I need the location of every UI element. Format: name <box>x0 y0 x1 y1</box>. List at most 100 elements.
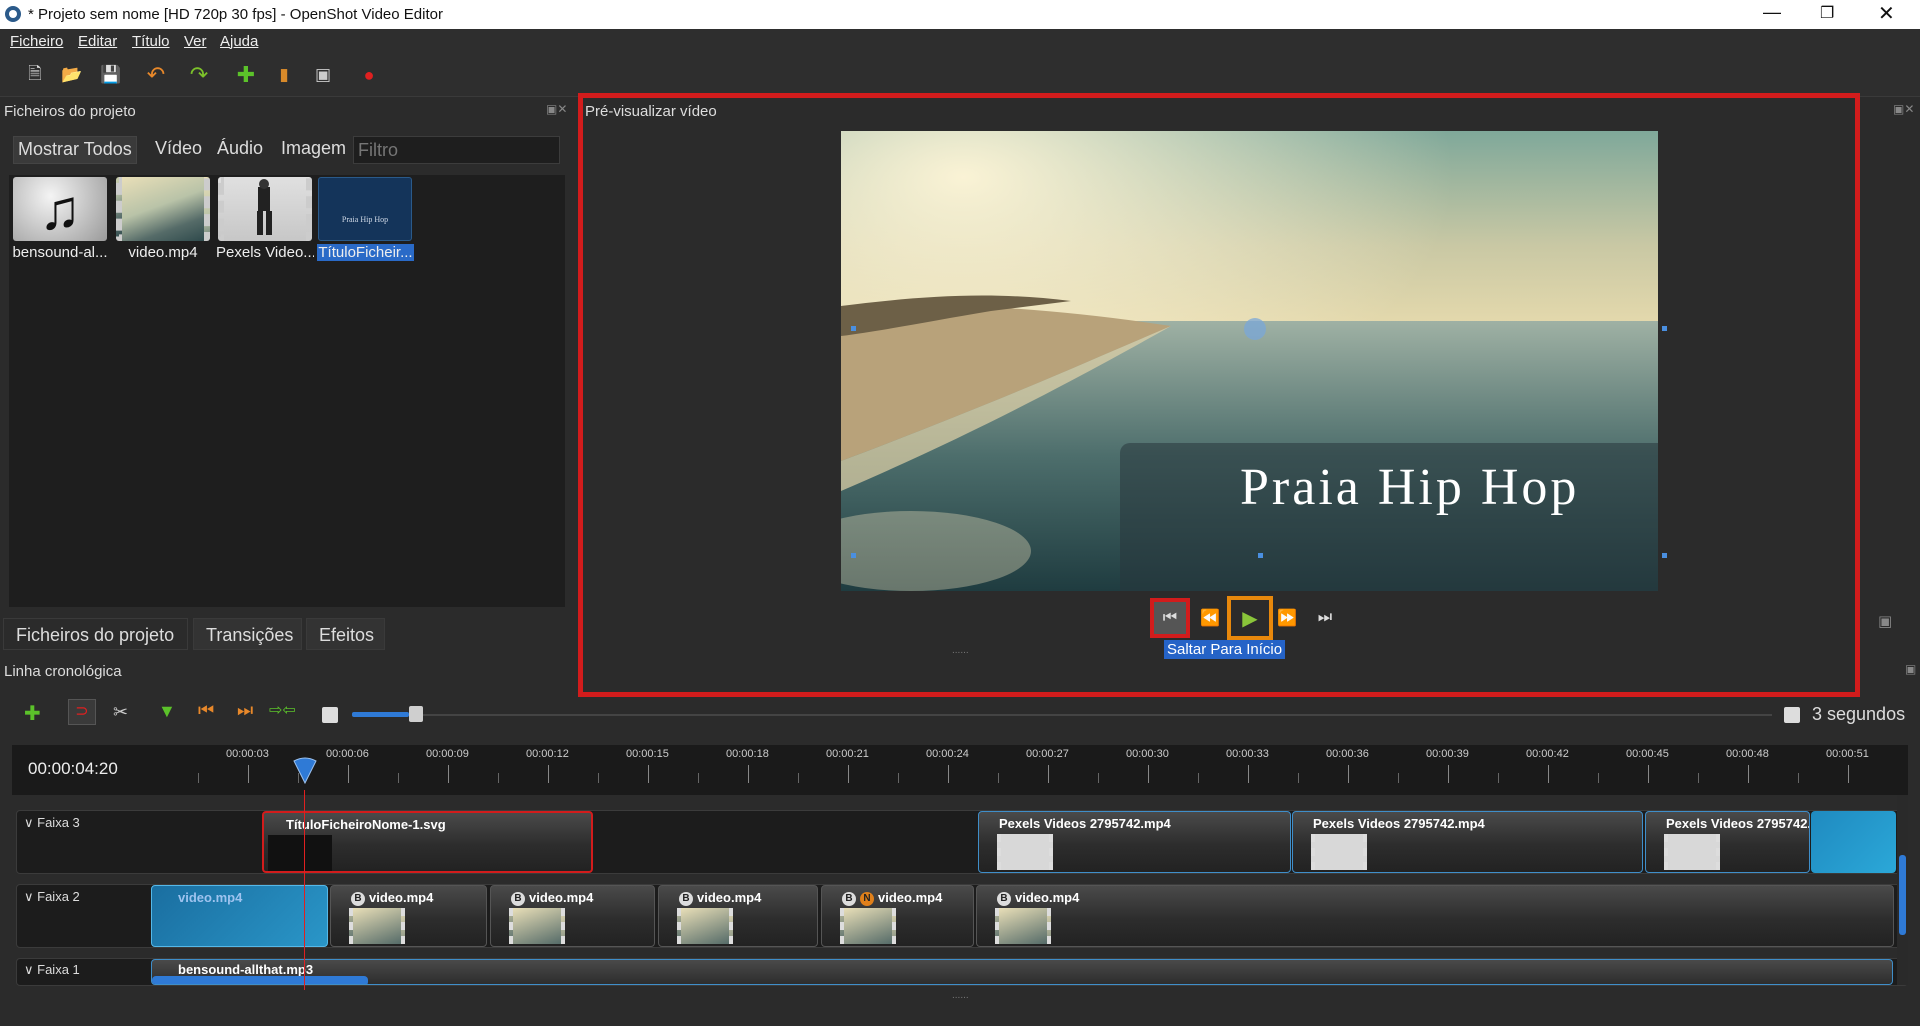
menu-ficheiro[interactable]: Ficheiro <box>10 33 63 50</box>
file-item-video[interactable]: video.mp4 <box>114 177 212 267</box>
profile-icon[interactable]: ▮ <box>273 64 295 86</box>
minimize-icon[interactable]: — <box>1763 2 1781 23</box>
filter-image-button[interactable]: Imagem <box>277 136 350 164</box>
timeline-clip-pexels[interactable]: Pexels Videos 2795742.mp4 <box>978 811 1291 873</box>
clip-thumbnail <box>1311 834 1367 870</box>
timeline-scrollbar-thumb[interactable] <box>1899 855 1906 935</box>
ruler-tick-label: 00:00:24 <box>926 748 969 760</box>
clip-thumbnail <box>349 908 405 944</box>
main-toolbar: 🗎 📂 💾 ↶ ↷ ✚ ▮ ▣ ● <box>0 54 1920 97</box>
splitter-handle[interactable]: ...... <box>952 645 969 656</box>
redo-icon[interactable]: ↷ <box>188 62 210 87</box>
filter-input[interactable] <box>353 136 560 164</box>
rewind-button[interactable]: ⏪ <box>1190 598 1230 638</box>
ruler-tick-mark <box>1848 765 1849 783</box>
playhead-marker[interactable] <box>290 757 320 787</box>
transition-clip[interactable] <box>1811 811 1896 873</box>
ruler-tick-mark <box>1548 765 1549 783</box>
ruler-tick-label: 00:00:51 <box>1826 748 1869 760</box>
file-name: Pexels Video... <box>216 244 314 261</box>
ruler-tick-label: 00:00:27 <box>1026 748 1069 760</box>
clip-name: Bvideo.mp4 <box>997 890 1079 906</box>
open-project-icon[interactable]: 📂 <box>61 64 83 86</box>
file-item-title-selected[interactable]: Praia Hip Hop TítuloFicheir... <box>316 177 414 267</box>
ruler-minor-tick <box>698 773 699 783</box>
previous-marker-icon[interactable]: ⏮ <box>198 700 214 721</box>
timeline-clip-video[interactable]: Bvideo.mp4 <box>330 885 487 947</box>
add-track-icon[interactable]: ✚ <box>24 701 41 726</box>
timeline-clip-pexels[interactable]: Pexels Videos 2795742.mp4 <box>1292 811 1643 873</box>
transform-handle[interactable] <box>1662 326 1667 331</box>
ruler-tick-mark <box>748 765 749 783</box>
timeline-clip-video[interactable]: B Nvideo.mp4 <box>821 885 974 947</box>
menu-editar[interactable]: Editar <box>78 33 117 50</box>
dock-float-icon[interactable]: ▣✕ <box>1893 102 1914 116</box>
splitter-handle[interactable]: ...... <box>952 990 969 1001</box>
tab-effects[interactable]: Efeitos <box>306 618 385 650</box>
save-project-icon[interactable]: 💾 <box>100 64 122 86</box>
file-item-audio[interactable]: ♫ bensound-al... <box>11 177 109 267</box>
zoom-out-icon[interactable] <box>322 707 338 723</box>
track-name: ∨ Faixa 1 <box>24 962 80 977</box>
jump-to-end-button[interactable]: ⏭ <box>1305 598 1345 638</box>
timeline-clip-video[interactable]: Bvideo.mp4 <box>490 885 655 947</box>
menu-ajuda[interactable]: Ajuda <box>220 33 258 50</box>
timeline-clip-video[interactable]: Bvideo.mp4 <box>976 885 1894 947</box>
ruler-tick-label: 00:00:33 <box>1226 748 1269 760</box>
restore-icon[interactable]: ❐ <box>1820 3 1834 23</box>
project-files-title: Ficheiros do projeto <box>4 103 136 120</box>
ruler-minor-tick <box>1698 773 1699 783</box>
ruler-minor-tick <box>398 773 399 783</box>
clip-name: Pexels Videos 2795742.mp4 <box>1666 816 1810 831</box>
zoom-in-icon[interactable] <box>1784 707 1800 723</box>
export-video-icon[interactable]: ● <box>358 64 380 86</box>
ruler-minor-tick <box>798 773 799 783</box>
transform-handle[interactable] <box>851 553 856 558</box>
fast-forward-button[interactable]: ⏩ <box>1267 598 1307 638</box>
timeline-clip-pexels[interactable]: Pexels Videos 2795742.mp4 <box>1645 811 1810 873</box>
ruler-minor-tick <box>1198 773 1199 783</box>
dock-float-icon[interactable]: ▣ <box>1905 662 1916 676</box>
snapping-icon[interactable]: ⊃ <box>68 699 96 725</box>
fullscreen-icon[interactable]: ▣ <box>312 64 334 86</box>
new-project-icon[interactable]: 🗎 <box>24 64 46 86</box>
clip-name: Bvideo.mp4 <box>511 890 593 906</box>
video-thumbnail <box>218 177 312 241</box>
timeline-clip-video[interactable]: Bvideo.mp4 <box>658 885 818 947</box>
tab-project-files[interactable]: Ficheiros do projeto <box>3 618 188 650</box>
window-title: * Projeto sem nome [HD 720p 30 fps] - Op… <box>28 6 443 23</box>
ruler-tick-mark <box>248 765 249 783</box>
menu-ver[interactable]: Ver <box>184 33 207 50</box>
title-overlay-text: Praia Hip Hop <box>1240 459 1580 516</box>
undo-icon[interactable]: ↶ <box>145 62 167 87</box>
timeline-scrollbar[interactable] <box>1897 795 1908 985</box>
clip-thumbnail <box>840 908 896 944</box>
tab-transitions[interactable]: Transições <box>193 618 302 650</box>
transition-clip[interactable]: video.mp4 <box>151 885 328 947</box>
menu-titulo[interactable]: Título <box>132 33 170 50</box>
file-name: video.mp4 <box>128 244 198 261</box>
next-marker-icon[interactable]: ⏭ <box>237 700 253 721</box>
file-item-pexels-video[interactable]: Pexels Video... <box>216 177 314 267</box>
add-marker-icon[interactable]: ▼ <box>158 701 176 722</box>
close-icon[interactable]: ✕ <box>1878 1 1895 26</box>
dock-float-icon[interactable]: ▣✕ <box>546 102 567 116</box>
transform-handle[interactable] <box>1258 553 1263 558</box>
clip-name: video.mp4 <box>178 890 243 905</box>
filter-show-all-button[interactable]: Mostrar Todos <box>13 136 137 164</box>
filter-audio-button[interactable]: Áudio <box>213 136 267 164</box>
timeline-clip-title[interactable]: TítuloFicheiroNome-1.svg <box>262 811 593 873</box>
camera-icon[interactable]: ▣ <box>1878 612 1892 630</box>
jump-to-start-button[interactable]: ⏮ <box>1150 598 1190 638</box>
center-playhead-icon[interactable]: ⇨⇦ <box>269 700 296 720</box>
transform-center-handle[interactable] <box>1243 317 1267 341</box>
timeline-clip-audio[interactable]: bensound-allthat.mp3 <box>151 959 1893 985</box>
transform-handle[interactable] <box>851 326 856 331</box>
transform-handle[interactable] <box>1662 553 1667 558</box>
zoom-slider-handle[interactable] <box>409 706 423 722</box>
filter-video-button[interactable]: Vídeo <box>151 136 206 164</box>
ruler-tick-label: 00:00:36 <box>1326 748 1369 760</box>
import-files-icon[interactable]: ✚ <box>235 62 257 87</box>
razor-icon[interactable]: ✂ <box>113 702 128 723</box>
clip-name: Bvideo.mp4 <box>351 890 433 906</box>
